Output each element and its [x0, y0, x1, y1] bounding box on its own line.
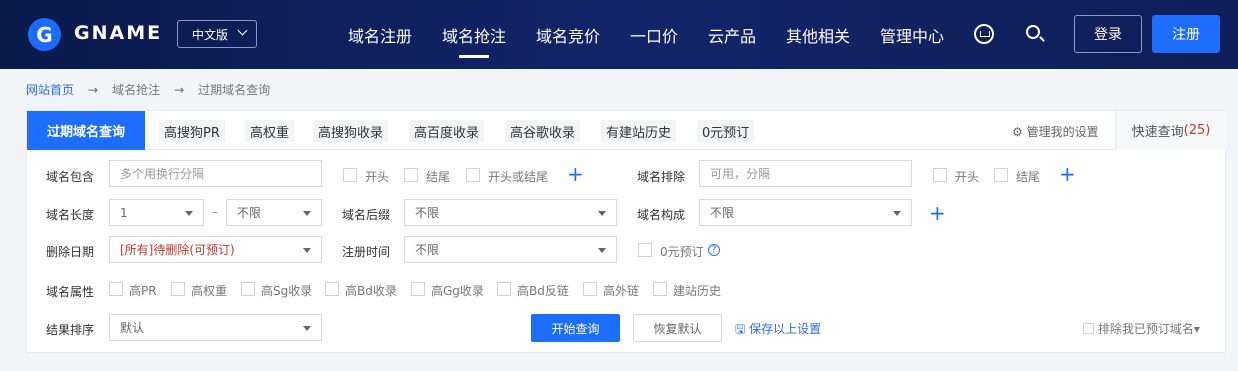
- save-icon: 🖫: [735, 322, 746, 336]
- search-icon[interactable]: [1026, 25, 1040, 39]
- breadcrumb-arrow-icon: →: [174, 83, 185, 97]
- menu-management[interactable]: 管理中心: [880, 23, 944, 47]
- attr-checkbox[interactable]: [325, 282, 339, 296]
- chip-site-history[interactable]: 有建站历史: [601, 120, 677, 142]
- delete-date-label: 删除日期: [46, 245, 95, 259]
- attr-checkbox[interactable]: [653, 282, 667, 296]
- attr-checkbox[interactable]: [497, 282, 511, 296]
- top-navbar: G GNAME 中文版 域名注册 域名抢注 域名竞价 一口价 云产品 其他相关 …: [0, 0, 1238, 69]
- attr-label: 高PR: [129, 284, 157, 298]
- add-exclude-icon[interactable]: +: [1059, 164, 1076, 184]
- save-settings-link[interactable]: 🖫 保存以上设置: [735, 320, 821, 341]
- register-button[interactable]: 注册: [1152, 15, 1220, 53]
- quick-search-tab[interactable]: 快速查询 (25): [1115, 111, 1226, 150]
- sort-select[interactable]: 默认: [109, 314, 322, 341]
- length-min-select[interactable]: 1: [109, 199, 204, 226]
- add-composition-icon[interactable]: +: [929, 203, 946, 223]
- brand-name[interactable]: GNAME: [74, 22, 162, 44]
- reset-default-button[interactable]: 恢复默认: [633, 314, 722, 342]
- login-button[interactable]: 登录: [1074, 15, 1142, 53]
- contains-start-checkbox[interactable]: [343, 168, 357, 182]
- attr-checkbox[interactable]: [583, 282, 597, 296]
- breadcrumb: 网站首页 → 域名抢注 → 过期域名查询: [26, 81, 270, 98]
- exclude-end-label: 结尾: [1016, 170, 1041, 184]
- tab-expired-domain-search[interactable]: 过期域名查询: [27, 111, 145, 150]
- start-search-button[interactable]: 开始查询: [531, 314, 620, 342]
- suffix-label: 域名后缀: [342, 208, 391, 222]
- help-icon[interactable]: ?: [708, 244, 720, 256]
- delete-date-select[interactable]: [所有]待删除(可预订): [109, 236, 322, 263]
- menu-cloud-products[interactable]: 云产品: [708, 23, 756, 47]
- attr-label: 高Bd收录: [345, 284, 397, 298]
- chip-high-sogou-pr[interactable]: 高搜狗PR: [159, 120, 225, 142]
- chip-high-google-index[interactable]: 高谷歌收录: [505, 120, 581, 142]
- contains-start-label: 开头: [365, 170, 390, 184]
- attr-label: 高权重: [191, 284, 228, 298]
- contains-start-or-end-checkbox[interactable]: [466, 168, 480, 182]
- contains-end-checkbox[interactable]: [404, 168, 418, 182]
- language-selector[interactable]: 中文版: [177, 20, 257, 48]
- menu-other[interactable]: 其他相关: [786, 23, 850, 47]
- search-panel: 过期域名查询 高搜狗PR 高权重 高搜狗收录 高百度收录 高谷歌收录 有建站历史…: [26, 110, 1226, 353]
- composition-select[interactable]: 不限: [699, 199, 912, 226]
- breadcrumb-arrow-icon: →: [88, 83, 99, 97]
- save-settings-label: 保存以上设置: [749, 322, 822, 336]
- breadcrumb-home[interactable]: 网站首页: [26, 83, 74, 97]
- zero-price-checkbox[interactable]: [638, 243, 652, 257]
- caret-down-icon: ▾: [1193, 322, 1200, 336]
- attr-label: 建站历史: [673, 284, 722, 298]
- exclude-label: 域名排除: [637, 170, 686, 184]
- breadcrumb-current: 过期域名查询: [198, 83, 271, 97]
- quick-search-label: 快速查询: [1131, 125, 1184, 140]
- suffix-select[interactable]: 不限: [404, 199, 617, 226]
- chevron-down-icon: [237, 25, 248, 36]
- chip-high-weight[interactable]: 高权重: [245, 120, 295, 142]
- exclude-start-label: 开头: [955, 170, 980, 184]
- sort-label: 结果排序: [46, 323, 95, 337]
- attr-checkbox[interactable]: [171, 282, 185, 296]
- contains-end-label: 结尾: [426, 170, 451, 184]
- exclude-end-checkbox[interactable]: [994, 168, 1008, 182]
- attr-checkbox[interactable]: [241, 282, 255, 296]
- length-range-separator: –: [212, 205, 218, 219]
- contains-start-or-end-label: 开头或结尾: [488, 170, 549, 184]
- gname-logo-icon[interactable]: G: [28, 18, 61, 51]
- my-settings-link[interactable]: ⚙ 管理我的设置: [1012, 123, 1099, 140]
- my-settings-label: 管理我的设置: [1026, 125, 1099, 139]
- attr-label: 高Sg收录: [261, 284, 313, 298]
- gear-icon: ⚙: [1012, 125, 1023, 139]
- language-label: 中文版: [192, 27, 229, 42]
- length-max-select[interactable]: 不限: [226, 199, 322, 226]
- exclude-mine-checkbox[interactable]: [1083, 323, 1094, 334]
- attr-label: 高Bd反链: [517, 284, 569, 298]
- zero-price-label: 0元预订: [660, 245, 704, 259]
- menu-domain-snapback[interactable]: 域名抢注: [442, 23, 506, 58]
- exclude-input[interactable]: 可用，分隔: [699, 160, 912, 187]
- exclude-mine-dropdown[interactable]: 排除我已预订域名▾: [1083, 320, 1200, 337]
- exclude-start-checkbox[interactable]: [933, 168, 947, 182]
- quick-search-count: (25): [1183, 123, 1211, 138]
- length-label: 域名长度: [46, 208, 95, 222]
- chip-zero-price[interactable]: 0元预订: [697, 120, 755, 142]
- attributes-label: 域名属性: [46, 285, 95, 299]
- regtime-select[interactable]: 不限: [404, 236, 617, 263]
- breadcrumb-snapback[interactable]: 域名抢注: [112, 83, 160, 97]
- cart-icon[interactable]: [974, 24, 994, 44]
- tab-bar: 过期域名查询 高搜狗PR 高权重 高搜狗收录 高百度收录 高谷歌收录 有建站历史…: [27, 111, 1226, 150]
- contains-input[interactable]: 多个用换行分隔: [109, 160, 322, 187]
- menu-fixed-price[interactable]: 一口价: [630, 23, 678, 47]
- menu-domain-register[interactable]: 域名注册: [348, 23, 412, 47]
- attr-checkbox[interactable]: [109, 282, 123, 296]
- add-contains-icon[interactable]: +: [567, 164, 584, 184]
- chip-high-baidu-index[interactable]: 高百度收录: [409, 120, 485, 142]
- contains-label: 域名包含: [46, 170, 95, 184]
- composition-label: 域名构成: [637, 208, 686, 222]
- attr-checkbox[interactable]: [411, 282, 425, 296]
- chip-high-sogou-index[interactable]: 高搜狗收录: [313, 120, 389, 142]
- exclude-mine-label: 排除我已预订域名: [1097, 322, 1194, 336]
- regtime-label: 注册时间: [342, 245, 391, 259]
- attr-label: 高Gg收录: [431, 284, 484, 298]
- attr-label: 高外链: [603, 284, 640, 298]
- menu-domain-auction[interactable]: 域名竞价: [536, 23, 600, 47]
